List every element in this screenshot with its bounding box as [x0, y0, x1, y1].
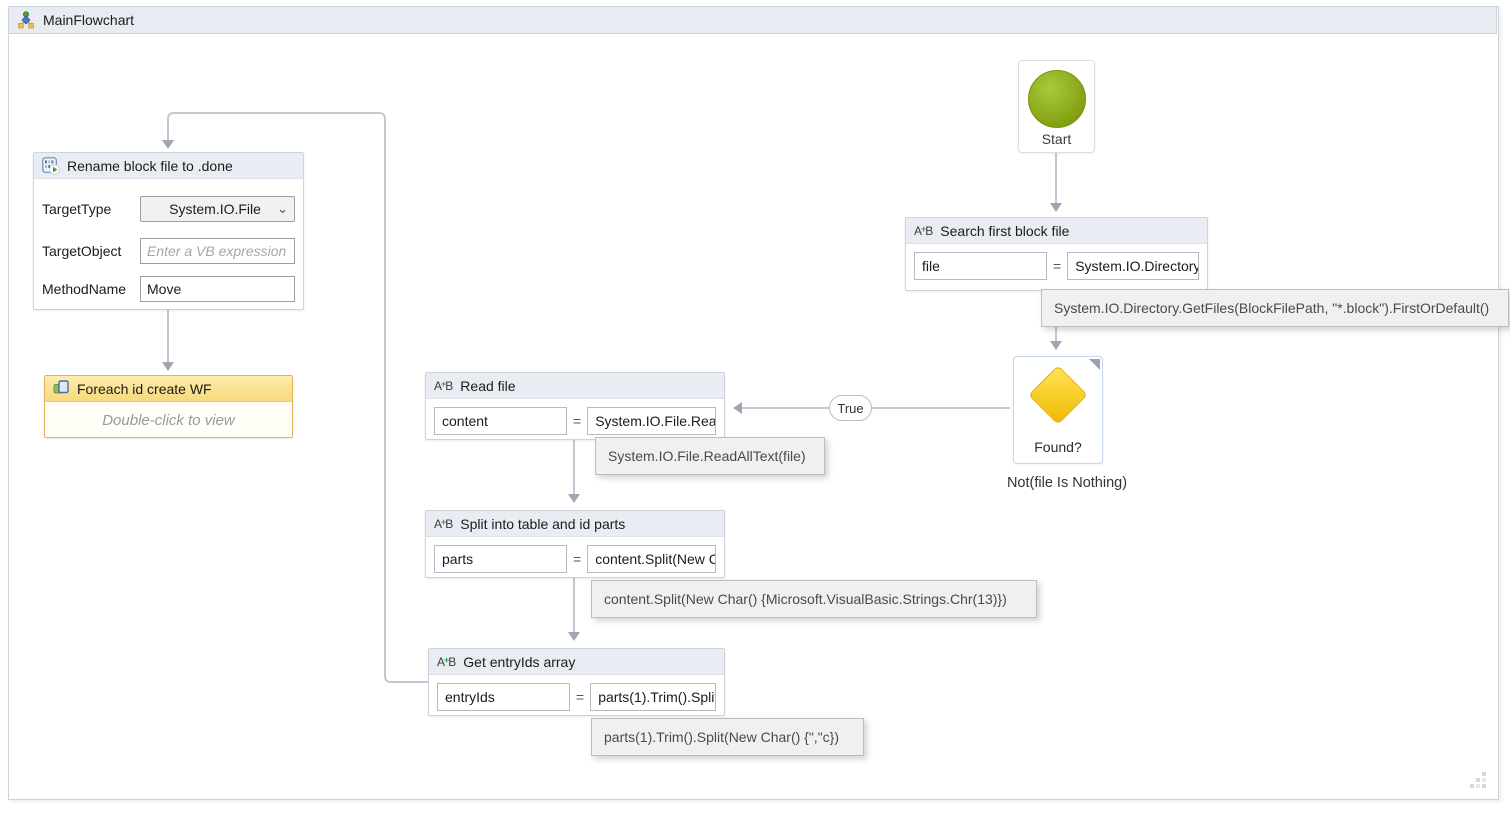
methodname-input[interactable]	[140, 276, 295, 302]
assign-activity-entryids[interactable]: A+B Get entryIds array entryIds = parts(…	[428, 648, 725, 716]
assign-title: Split into table and id parts	[460, 516, 625, 532]
assign-activity-search[interactable]: A+B Search first block file file = Syste…	[905, 217, 1208, 291]
tooltip-read-expression: System.IO.File.ReadAllText(file)	[595, 437, 825, 475]
invoke-workflow-icon	[53, 380, 70, 397]
targettype-value: System.IO.File	[153, 201, 277, 217]
page-title: MainFlowchart	[43, 12, 134, 28]
assign-icon: A+B	[914, 224, 933, 238]
foreach-header: Foreach id create WF	[45, 376, 292, 402]
assign-body: content = System.IO.File.ReadAllText(fil…	[426, 399, 724, 435]
assign-value-field[interactable]: parts(1).Trim().Split(New Char() {","c})	[590, 683, 716, 711]
targettype-label: TargetType	[42, 201, 140, 217]
assign-title: Read file	[460, 378, 515, 394]
decision-diamond-icon	[1028, 365, 1087, 424]
decision-node-found[interactable]: Found?	[1013, 356, 1103, 464]
tooltip-entryids-expression: parts(1).Trim().Split(New Char() {","c})	[591, 718, 864, 756]
assign-value-field[interactable]: System.IO.Directory.GetFiles(BlockFilePa…	[1067, 252, 1199, 280]
chevron-down-icon: ⌄	[277, 204, 288, 214]
assign-header: A+B Split into table and id parts	[426, 511, 724, 537]
assign-to-field[interactable]: content	[434, 407, 567, 435]
assign-title: Search first block file	[940, 223, 1069, 239]
start-label: Start	[1019, 131, 1094, 147]
equals-sign: =	[1053, 258, 1061, 274]
field-row-targettype: TargetType System.IO.File ⌄	[42, 196, 295, 222]
invoke-method-node[interactable]: Rename block file to .done TargetType Sy…	[33, 152, 304, 310]
decision-condition: Not(file Is Nothing)	[987, 475, 1147, 491]
invoke-method-icon	[42, 157, 60, 175]
title-bar: MainFlowchart	[8, 6, 1497, 34]
resize-grip[interactable]	[1468, 770, 1488, 790]
assign-body: file = System.IO.Directory.GetFiles(Bloc…	[906, 244, 1207, 280]
decision-label: Found?	[1014, 439, 1102, 455]
targetobject-input[interactable]	[140, 238, 295, 264]
assign-header: A+B Get entryIds array	[429, 649, 724, 675]
assign-body: parts = content.Split(New Char() {Micros…	[426, 537, 724, 573]
assign-activity-split[interactable]: A+B Split into table and id parts parts …	[425, 510, 725, 578]
methodname-label: MethodName	[42, 281, 140, 297]
start-node[interactable]: Start	[1018, 60, 1095, 153]
invoke-header: Rename block file to .done	[34, 153, 303, 179]
designer-canvas: MainFlowchart Start A+B Search first blo…	[0, 0, 1510, 813]
assign-activity-read[interactable]: A+B Read file content = System.IO.File.R…	[425, 372, 725, 440]
assign-to-field[interactable]: parts	[434, 545, 567, 573]
invoke-title: Rename block file to .done	[67, 158, 233, 174]
assign-value-field[interactable]: content.Split(New Char() {Microsoft.Visu…	[587, 545, 716, 573]
assign-title: Get entryIds array	[463, 654, 575, 670]
field-row-targetobject: TargetObject	[42, 238, 295, 264]
collapse-corner-icon[interactable]	[1089, 359, 1100, 370]
foreach-collapsed-hint[interactable]: Double-click to view	[45, 402, 292, 438]
assign-to-field[interactable]: entryIds	[437, 683, 570, 711]
tooltip-search-expression: System.IO.Directory.GetFiles(BlockFilePa…	[1041, 289, 1509, 327]
targetobject-label: TargetObject	[42, 243, 140, 259]
equals-sign: =	[573, 413, 581, 429]
start-circle-icon	[1028, 70, 1086, 128]
foreach-node[interactable]: Foreach id create WF Double-click to vie…	[44, 375, 293, 438]
assign-body: entryIds = parts(1).Trim().Split(New Cha…	[429, 675, 724, 711]
equals-sign: =	[573, 551, 581, 567]
assign-icon: A+B	[437, 655, 456, 669]
tooltip-split-expression: content.Split(New Char() {Microsoft.Visu…	[591, 580, 1037, 618]
assign-icon: A+B	[434, 517, 453, 531]
assign-header: A+B Read file	[426, 373, 724, 399]
field-row-methodname: MethodName	[42, 276, 295, 302]
assign-to-field[interactable]: file	[914, 252, 1047, 280]
assign-icon: A+B	[434, 379, 453, 393]
targettype-select[interactable]: System.IO.File ⌄	[140, 196, 295, 222]
foreach-title: Foreach id create WF	[77, 381, 212, 397]
assign-header: A+B Search first block file	[906, 218, 1207, 244]
assign-value-field[interactable]: System.IO.File.ReadAllText(file)	[587, 407, 716, 435]
flowchart-icon	[17, 11, 35, 29]
equals-sign: =	[576, 689, 584, 705]
true-branch-label: True	[829, 395, 872, 421]
